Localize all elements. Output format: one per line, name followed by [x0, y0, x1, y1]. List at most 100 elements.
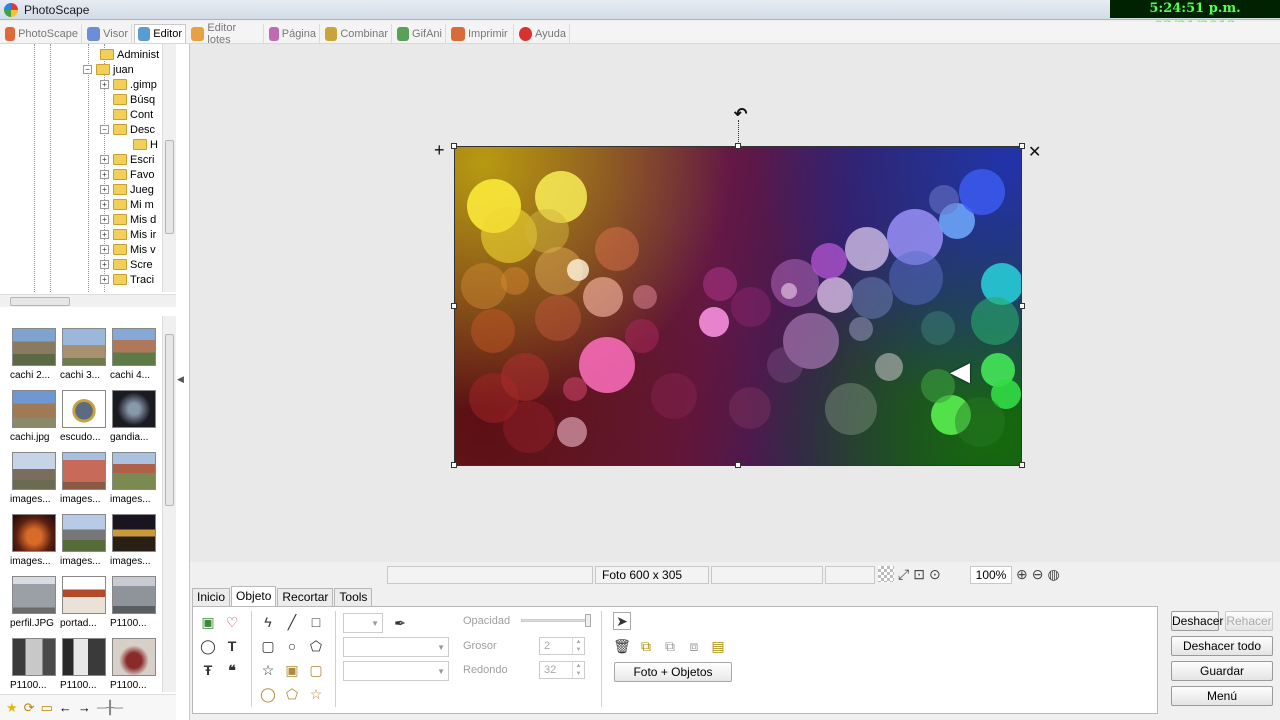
folder-open-icon[interactable]: ▭: [41, 700, 53, 716]
transparency-icon[interactable]: [878, 566, 894, 582]
duplicate-icon[interactable]: ⧈: [685, 637, 703, 655]
send-back-icon[interactable]: ⧉: [661, 637, 679, 655]
back-arrow-icon[interactable]: ←: [59, 700, 72, 715]
resize-handle[interactable]: [451, 143, 457, 149]
line-end-select[interactable]: ▼: [343, 661, 449, 681]
filled-rect-icon[interactable]: ▣: [283, 661, 301, 679]
thumbnail-item[interactable]: P1100...: [60, 632, 108, 691]
thumbnail-item[interactable]: cachi 4...: [110, 322, 158, 381]
tree-node[interactable]: + Mi m: [100, 197, 154, 212]
undo-button[interactable]: Deshacer: [1171, 611, 1223, 631]
tree-node[interactable]: + Mis ir: [100, 227, 156, 242]
expand-icon[interactable]: +: [100, 215, 109, 224]
zoom-actual-icon[interactable]: ⊙: [929, 566, 941, 583]
expand-icon[interactable]: +: [100, 155, 109, 164]
fit-screen-icon[interactable]: ⤢: [898, 566, 909, 583]
thumbnail-vertical-scrollbar[interactable]: [162, 316, 176, 692]
eyedropper-icon[interactable]: ✒: [391, 614, 409, 632]
thumbnail-item[interactable]: gandia...: [110, 384, 158, 443]
pentagon-tool-icon[interactable]: ⬠: [307, 637, 325, 655]
tree-node[interactable]: H: [133, 137, 158, 152]
folder-tree[interactable]: Administ − juan + .gimp Búsq Cont − Desc H …: [0, 44, 176, 292]
undo-all-button[interactable]: Deshacer todo: [1171, 636, 1273, 656]
resize-handle[interactable]: [451, 303, 457, 309]
expand-icon[interactable]: +: [100, 260, 109, 269]
tree-node[interactable]: Búsq: [113, 92, 155, 107]
tab-pagina[interactable]: Página: [266, 24, 320, 43]
tab-gifani[interactable]: GifAni: [394, 24, 446, 43]
delete-object-icon[interactable]: 🗑: [613, 637, 631, 655]
edited-photo[interactable]: [454, 146, 1022, 466]
tree-vertical-scrollbar[interactable]: [162, 44, 176, 292]
redo-button[interactable]: Rehacer: [1225, 611, 1273, 631]
filled-circle-icon[interactable]: ◯: [259, 685, 277, 703]
color-picker[interactable]: ▼: [343, 613, 383, 633]
thumbnail-item[interactable]: P1100...: [110, 570, 158, 629]
thumbnail-item[interactable]: cachi 3...: [60, 322, 108, 381]
tree-horizontal-scrollbar[interactable]: [0, 294, 176, 307]
spinner-arrows-icon[interactable]: ▲ ▼: [572, 662, 584, 678]
thumbnail-item[interactable]: P1100...: [110, 632, 158, 691]
thumbnail-item[interactable]: perfil.JPG: [10, 570, 58, 629]
thumbnail-item[interactable]: images...: [10, 446, 58, 505]
close-icon[interactable]: ✕: [1028, 142, 1041, 162]
star-icon[interactable]: ★: [6, 700, 18, 716]
tab-inicio[interactable]: Inicio: [192, 588, 231, 606]
filled-rounded-rect-icon[interactable]: ▢: [307, 661, 325, 679]
rectangle-tool-icon[interactable]: □: [307, 613, 325, 631]
thumbnail-item[interactable]: P1100...: [10, 632, 58, 691]
thumbnail-item[interactable]: images...: [110, 508, 158, 567]
expand-icon[interactable]: +: [100, 185, 109, 194]
collapse-icon[interactable]: −: [83, 65, 92, 74]
circle-tool-icon[interactable]: ○: [283, 637, 301, 655]
tab-combinar[interactable]: Combinar: [322, 24, 392, 43]
editor-canvas[interactable]: ↶ + ✕ ◀: [190, 44, 1280, 562]
thumbnail-item[interactable]: cachi 2...: [10, 322, 58, 381]
scroll-thumb[interactable]: [10, 297, 70, 306]
expand-icon[interactable]: +: [100, 245, 109, 254]
expand-icon[interactable]: +: [100, 80, 109, 89]
bring-front-icon[interactable]: ⧉: [637, 637, 655, 655]
forward-arrow-icon[interactable]: →: [78, 700, 91, 715]
collapse-sidebar-icon[interactable]: ◀: [177, 374, 185, 394]
expand-icon[interactable]: +: [100, 170, 109, 179]
zoom-fit-icon[interactable]: ⊡: [913, 566, 925, 583]
tree-node[interactable]: − Desc: [100, 122, 155, 137]
collapse-icon[interactable]: −: [100, 125, 109, 134]
tab-objeto[interactable]: Objeto: [231, 586, 277, 606]
filled-pentagon-icon[interactable]: ⬠: [283, 685, 301, 703]
resize-handle[interactable]: [1019, 303, 1025, 309]
tab-photoscape[interactable]: PhotoScape: [2, 24, 82, 43]
spinner-arrows-icon[interactable]: ▲ ▼: [572, 638, 584, 654]
freehand-line-icon[interactable]: ϟ: [259, 613, 277, 631]
thumbnail-item[interactable]: images...: [60, 446, 108, 505]
menu-button[interactable]: Menú: [1171, 686, 1273, 706]
resize-handle[interactable]: [1019, 143, 1025, 149]
text-style-icon[interactable]: Ŧ: [199, 661, 217, 679]
opacity-slider[interactable]: [521, 619, 591, 622]
tree-node[interactable]: Cont: [113, 107, 153, 122]
tree-node[interactable]: + Scre: [100, 257, 153, 272]
align-icon[interactable]: ▤: [709, 637, 727, 655]
thumbnail-size-slider[interactable]: ─╂─: [97, 700, 123, 716]
scroll-thumb[interactable]: [165, 334, 174, 506]
tab-visor[interactable]: Visor: [84, 24, 132, 43]
resize-handle[interactable]: [1019, 462, 1025, 468]
rotate-icon[interactable]: ↶: [734, 104, 747, 124]
save-button[interactable]: Guardar: [1171, 661, 1273, 681]
tab-recortar[interactable]: Recortar: [277, 588, 334, 606]
tree-node[interactable]: Administ: [100, 47, 159, 62]
scroll-thumb[interactable]: [165, 140, 174, 234]
thumbnail-item[interactable]: portad...: [60, 570, 108, 629]
star-tool-icon[interactable]: ☆: [259, 661, 277, 679]
tab-editor[interactable]: Editor: [134, 24, 186, 43]
resize-handle[interactable]: [735, 143, 741, 149]
rounded-rect-icon[interactable]: ▢: [259, 637, 277, 655]
expand-icon[interactable]: +: [100, 200, 109, 209]
round-spinner[interactable]: 32 ▲ ▼: [539, 661, 585, 679]
tab-ayuda[interactable]: Ayuda: [516, 24, 570, 43]
tree-node[interactable]: + .gimp: [100, 77, 157, 92]
select-pointer-icon[interactable]: ➤: [613, 612, 631, 630]
tab-imprimir[interactable]: Imprimir: [448, 24, 514, 43]
zoom-reset-icon[interactable]: ◍: [1047, 566, 1059, 583]
